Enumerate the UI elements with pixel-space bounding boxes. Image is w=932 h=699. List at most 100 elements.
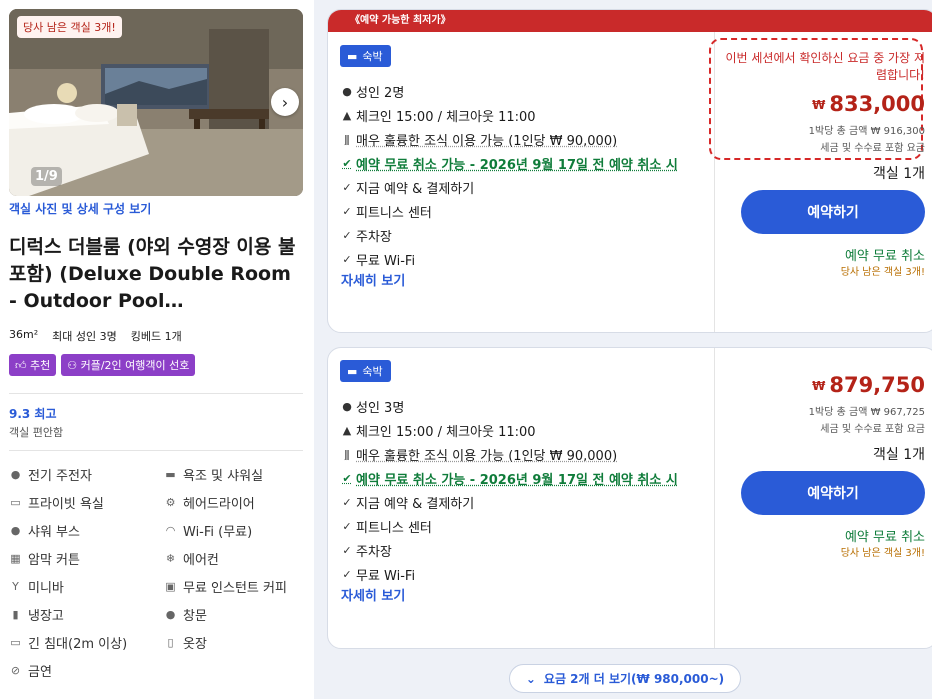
divider xyxy=(714,348,715,648)
check-icon: ✓ xyxy=(342,520,352,533)
offer-rooms-left: 당사 남은 객실 3개! xyxy=(840,548,925,559)
lowest-price-note: 이번 세션에서 확인하신 요금 중 가장 저렴합니다! xyxy=(725,51,925,82)
amenity-item: ◠ Wi-Fi (무료) xyxy=(165,524,253,540)
room-bed: 킹베드 1개 xyxy=(130,330,182,343)
room-tags: 👍︎ 추천 ⚇ 커플/2인 여행객이 선호 xyxy=(9,354,196,376)
cutlery-icon: ǁ xyxy=(344,448,350,461)
amenity-item: ▮ 냉장고 xyxy=(9,606,164,624)
room-info-panel: 당사 남은 객실 3개! › 1/9 객실 사진 및 상세 구성 보기 디럭스 … xyxy=(0,0,314,699)
offer-perk: ✓ 지금 예약 & 결제하기 xyxy=(342,496,475,512)
offer-breakfast: ǁ 매우 훌륭한 조식 이용 가능 (1인당 ₩ 90,000) xyxy=(341,130,617,149)
offer-perk: ✓ 피트니스 센터 xyxy=(342,205,432,221)
divider xyxy=(9,450,303,451)
offer-checkin: ▲ 체크인 15:00 / 체크아웃 11:00 xyxy=(342,424,536,440)
offer-perk: ✓ 무료 Wi-Fi xyxy=(342,253,416,269)
bed-icon: ▬ xyxy=(347,49,358,63)
book-button[interactable]: 예약하기 xyxy=(741,190,925,234)
no-smoking-icon: ⊘ xyxy=(10,664,21,677)
amenity-item: ▭ 긴 침대(2m 이상) xyxy=(10,636,128,652)
check-icon: ✓ xyxy=(342,544,352,557)
offer-price: ₩833,000 xyxy=(812,92,925,116)
offer-perk: ✓ 주차장 xyxy=(342,544,392,560)
coffee-icon: ▣ xyxy=(165,580,176,593)
currency-symbol: ₩ xyxy=(812,98,826,112)
concierge-icon: ▲ xyxy=(342,424,352,437)
bath-icon: ▭ xyxy=(10,496,21,509)
offer-breakfast: ǁ 매우 훌륭한 조식 이용 가능 (1인당 ₩ 90,000) xyxy=(341,445,617,464)
offer-details-link[interactable]: 자세히 보기 xyxy=(341,270,405,289)
book-button[interactable]: 예약하기 xyxy=(741,471,925,515)
curtain-icon: ▦ xyxy=(10,552,21,565)
offer-free-cancel-label: 예약 무료 취소 xyxy=(844,530,925,545)
offer-guests: ● 성인 3명 xyxy=(342,400,405,416)
hairdryer-icon: ⚙ xyxy=(165,496,176,509)
stay-tag: ▬ 숙박 xyxy=(340,360,391,382)
amenity-item: ▦ 암막 커튼 xyxy=(10,552,80,568)
cutlery-icon: ǁ xyxy=(344,133,350,146)
person-icon: ● xyxy=(342,400,352,413)
room-rating-label: 객실 편안함 xyxy=(9,426,64,439)
offer-guests: ● 성인 2명 xyxy=(342,85,405,101)
check-icon: ✓ xyxy=(342,568,352,581)
couple-icon: ⚇ xyxy=(67,359,81,372)
fridge-icon: ▮ xyxy=(12,608,19,621)
shower-icon: ● xyxy=(10,524,21,537)
amenity-item: ⚙ 헤어드라이어 xyxy=(165,496,255,512)
wifi-icon: ◠ xyxy=(165,524,176,537)
offer-room-count[interactable]: 객실 1개 xyxy=(873,444,925,464)
next-photo-button[interactable]: › xyxy=(271,88,299,116)
offer-tax-note: 세금 및 수수료 포함 요금 xyxy=(820,143,925,154)
amenity-item: ● 샤워 부스 xyxy=(10,524,80,540)
amenity-item: Y 미니바 xyxy=(9,578,164,596)
window-icon: ● xyxy=(165,608,176,621)
amenities-list: ● 전기 주전자 ▬ 욕조 및 샤워실 ▭ 프라이빗 욕실 ⚙ 헤어드라이어 ● 샤워 부… xyxy=(9,466,309,680)
rooms-left-badge: 당사 남은 객실 3개! xyxy=(17,16,122,38)
offer-card: ▬ 숙박 ● 성인 3명 ▲ 체크인 15:00 / 체크아웃 11:00 ǁ 매우 훌… xyxy=(327,347,932,649)
offer-free-cancellation[interactable]: ✔ 예약 무료 취소 가능 - 2026년 9월 17일 전 예약 취소 시 xyxy=(341,469,677,488)
amenity-item: ⊘ 금연 xyxy=(10,664,52,680)
stay-tag: ▬ 숙박 xyxy=(340,45,391,67)
offer-perk: ✓ 주차장 xyxy=(342,229,392,245)
offer-free-cancellation[interactable]: ✔ 예약 무료 취소 가능 - 2026년 9월 17일 전 예약 취소 시 xyxy=(341,154,677,173)
offer-total-per-night: 1박당 총 금액 ₩ 967,725 xyxy=(808,407,925,418)
bed-icon: ▬ xyxy=(347,364,358,378)
concierge-icon: ▲ xyxy=(342,109,352,122)
offer-card: 《예약 가능한 최저가》 ▬ 숙박 ● 성인 2명 ▲ 체크인 15:00 / 체크아… xyxy=(327,9,932,333)
photo-counter: 1/9 xyxy=(31,167,62,186)
thumbs-up-icon: 👍︎ xyxy=(15,359,30,372)
currency-symbol: ₩ xyxy=(812,379,826,393)
more-rates-button[interactable]: ⌄ 요금 2개 더 보기(₩ 980,000~) xyxy=(509,664,741,693)
offer-details-link[interactable]: 자세히 보기 xyxy=(341,585,405,604)
room-title: 디럭스 더블룸 (야외 수영장 이용 불포함) (Deluxe Double R… xyxy=(9,236,296,312)
offer-room-count[interactable]: 객실 1개 xyxy=(873,163,925,183)
amenity-item: ● 창문 xyxy=(165,608,207,624)
check-icon: ✓ xyxy=(342,205,352,218)
bathtub-icon: ▬ xyxy=(165,468,176,481)
offer-price: ₩879,750 xyxy=(812,373,925,397)
room-photo[interactable]: 당사 남은 객실 3개! › 1/9 xyxy=(9,9,303,196)
chevron-right-icon: › xyxy=(281,92,289,112)
amenity-item: ▯ 옷장 xyxy=(164,634,309,652)
offer-rooms-left: 당사 남은 객실 3개! xyxy=(840,267,925,278)
offer-total-per-night: 1박당 총 금액 ₩ 916,300 xyxy=(808,126,925,137)
room-rating: 9.3 최고 xyxy=(9,407,57,421)
cocktail-icon: Y xyxy=(12,580,19,593)
offer-free-cancel-label: 예약 무료 취소 xyxy=(844,249,925,264)
person-icon: ● xyxy=(342,85,352,98)
chevron-down-icon: ⌄ xyxy=(525,671,536,686)
room-gallery-link[interactable]: 객실 사진 및 상세 구성 보기 xyxy=(9,200,151,217)
amenity-item: ▣ 무료 인스턴트 커피 xyxy=(165,580,287,596)
couple-tag: ⚇ 커플/2인 여행객이 선호 xyxy=(61,354,196,376)
shield-check-icon: ✔ xyxy=(342,472,352,485)
snowflake-icon: ❄ xyxy=(165,552,176,565)
check-icon: ✓ xyxy=(342,496,352,509)
shield-check-icon: ✔ xyxy=(342,157,352,170)
room-size: 36m² xyxy=(9,328,39,341)
bidet-icon: ● xyxy=(10,468,21,481)
offer-tax-note: 세금 및 수수료 포함 요금 xyxy=(820,424,925,435)
amenity-item: ❄ 에어컨 xyxy=(165,552,219,568)
offer-checkin: ▲ 체크인 15:00 / 체크아웃 11:00 xyxy=(342,109,536,125)
lowest-price-banner: 《예약 가능한 최저가》 xyxy=(328,10,932,32)
offer-perk: ✓ 무료 Wi-Fi xyxy=(342,568,416,584)
amenity-item: ▭ 프라이빗 욕실 xyxy=(10,496,104,512)
